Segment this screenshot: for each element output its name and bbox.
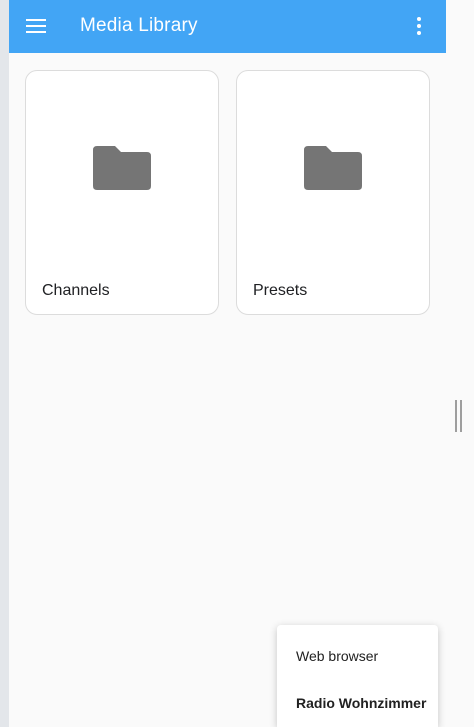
hamburger-menu-icon [26,19,46,33]
left-edge [0,0,9,727]
menu-button[interactable] [20,10,52,42]
top-app-bar: Media Library [9,0,446,53]
popup-item-radio-wohnzimmer[interactable]: Radio Wohnzimmer [296,695,426,711]
more-vert-icon [417,17,421,35]
folder-icon [93,146,151,190]
card-label: Presets [253,282,308,299]
channels-card[interactable]: Channels [25,70,219,315]
folder-icon [304,146,362,190]
player-select-popup: Web browser Radio Wohnzimmer [277,625,438,727]
popup-item-web-browser[interactable]: Web browser [296,648,378,664]
more-options-button[interactable] [405,10,433,42]
media-library-app: Media Library Channels Presets [9,0,446,727]
page-title: Media Library [80,15,198,36]
card-label: Channels [42,282,110,299]
presets-card[interactable]: Presets [236,70,430,315]
right-edge [446,0,474,727]
drag-handle[interactable] [455,400,463,432]
